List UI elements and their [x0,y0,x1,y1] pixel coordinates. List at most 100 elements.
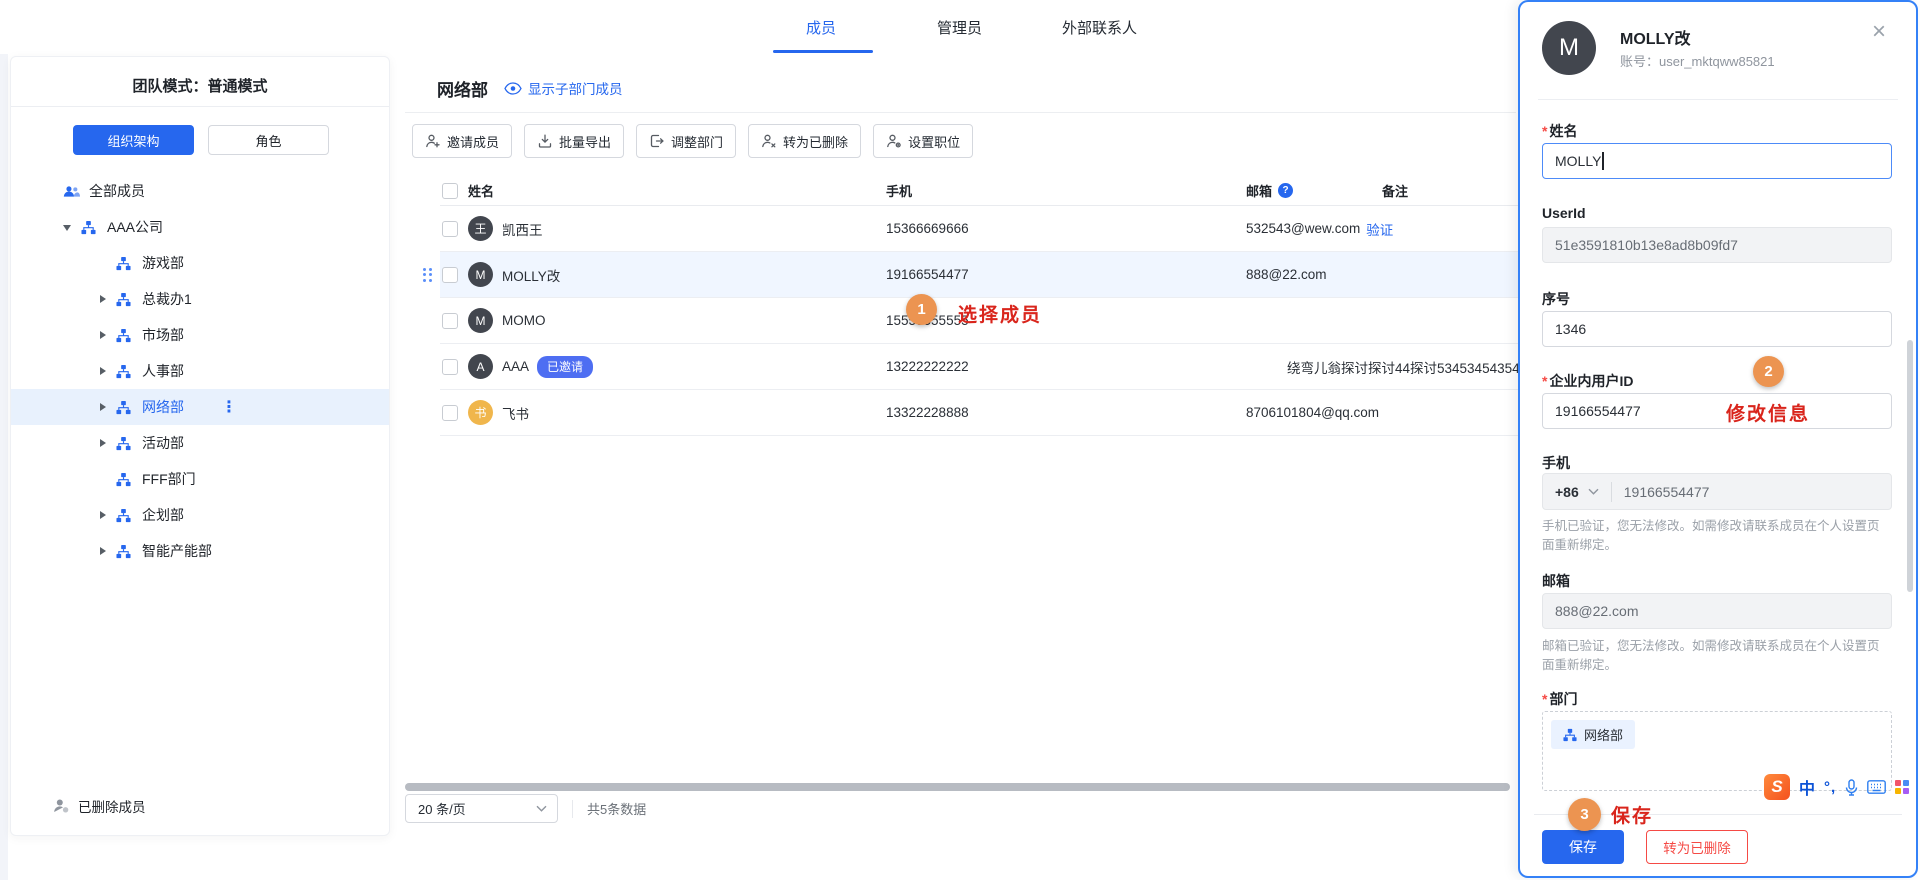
org-structure-button[interactable]: 组织架构 [73,125,194,155]
tree-item[interactable]: 总裁办1 [11,281,389,317]
close-icon[interactable]: × [1872,20,1886,44]
country-code-select[interactable]: +86 [1555,484,1579,500]
save-button[interactable]: 保存 [1542,830,1624,864]
sequence-input[interactable]: 1346 [1542,311,1892,347]
annotation-text-3: 保存 [1611,801,1653,828]
email-value: 8706101804@qq.com [1246,405,1379,420]
column-header-remark: 备注 [1382,181,1408,200]
to-deleted-button[interactable]: 转为已删除 [1646,830,1748,864]
row-checkbox[interactable] [442,267,458,283]
email-input: 888@22.com [1542,593,1892,629]
table-row[interactable]: MMOLLY改19166554477888@22.com [440,252,1530,298]
tab-members[interactable]: 成员 [806,0,836,54]
phone-field-label: 手机 [1542,453,1570,473]
department-title: 网络部 [437,76,488,101]
phone-input-value: 19166554477 [1624,484,1710,500]
to-deleted-button[interactable]: 转为已删除 [748,124,861,158]
tree-item[interactable]: 全部成员 [11,173,389,209]
tree-caret-icon[interactable] [98,366,108,376]
tab-external-contacts[interactable]: 外部联系人 [1062,0,1137,54]
member-name: 飞书 [502,403,529,423]
email-cell: 8706101804@qq.com [1246,405,1379,420]
tree-caret-icon[interactable] [98,546,108,556]
name-cell: AAAA已邀请 [468,354,886,379]
department-field-label: 部门 [1542,689,1577,709]
tree-caret-icon[interactable] [63,222,73,232]
show-sub-members-link[interactable]: 显示子部门成员 [504,78,623,98]
row-checkbox[interactable] [442,313,458,329]
page-size-select[interactable]: 20 条/页 [405,794,558,823]
row-checkbox[interactable] [442,405,458,421]
set-position-button[interactable]: 设置职位 [873,124,973,158]
drag-handle-icon[interactable] [423,268,432,282]
vertical-scrollbar[interactable] [1907,340,1913,592]
horizontal-scrollbar[interactable] [405,783,1510,791]
deleted-members-item[interactable]: 已删除成员 [11,788,389,824]
sogou-logo-icon[interactable]: S [1764,774,1790,800]
tree-caret-icon[interactable] [98,402,108,412]
tree-item[interactable]: 企划部 [11,497,389,533]
name-cell: 王凯西王 [468,216,886,241]
tree-item-label: 活动部 [142,433,184,453]
person-gear-icon [886,133,902,149]
tree-caret-icon[interactable] [98,294,108,304]
row-checkbox[interactable] [442,221,458,237]
microphone-icon[interactable] [1845,779,1858,796]
tree-caret-icon[interactable] [98,510,108,520]
text-cursor [1602,152,1604,170]
table-row[interactable]: AAAA已邀请13222222222绕弯儿翁探讨探讨44探讨5345345435… [440,344,1530,390]
ime-language-toggle[interactable]: 中 [1799,775,1815,799]
person-remove-icon [761,133,777,149]
sequence-field-label: 序号 [1542,289,1570,309]
ime-punctuation-toggle[interactable]: °, [1824,779,1836,796]
row-checkbox[interactable] [442,359,458,375]
page-size-value: 20 条/页 [418,799,466,818]
table-row[interactable]: 书飞书133222288888706101804@qq.com [440,390,1530,436]
tree-item[interactable]: AAA公司 [11,209,389,245]
select-all-checkbox[interactable] [442,183,458,199]
roles-button[interactable]: 角色 [208,125,329,155]
table-row[interactable]: 王凯西王15366669666532543@wew.com验证 [440,206,1530,252]
annotation-step-2: 2 [1753,356,1784,387]
member-name: AAA [502,359,529,374]
pagination: 20 条/页 共5条数据 [405,794,646,823]
tree-item[interactable]: 活动部 [11,425,389,461]
tree-caret-icon[interactable] [98,438,108,448]
corp-userid-input[interactable]: 19166554477 [1542,393,1892,429]
name-cell: MMOLLY改 [468,262,886,287]
ime-toolbar: S 中 °, [1764,774,1909,800]
userid-input: 51e3591810b13e8ad8b09fd7 [1542,227,1892,263]
name-input[interactable]: MOLLY [1542,143,1892,179]
email-cell: 888@22.com [1246,267,1327,282]
email-value: 532543@wew.com [1246,221,1360,236]
app: 成员 管理员 外部联系人 团队模式：普通模式 组织架构 角色 全部成员AAA公司… [0,0,1920,880]
department-tag[interactable]: 网络部 [1551,720,1635,749]
tree-item[interactable]: 网络部⋮ [11,389,389,425]
tree-item[interactable]: 人事部 [11,353,389,389]
show-sub-members-label: 显示子部门成员 [528,78,623,98]
tree-caret-icon[interactable] [98,330,108,340]
tree-item-label: 人事部 [142,361,184,381]
department-icon [116,363,133,380]
adjust-department-button[interactable]: 调整部门 [636,124,736,158]
row-checkbox-cell [440,359,468,375]
tree-item[interactable]: FFF部门 [11,461,389,497]
toolbar-button-label: 设置职位 [908,132,960,151]
tree-item-label: FFF部门 [142,469,196,489]
tree-item[interactable]: 游戏部 [11,245,389,281]
ime-toolbox-icon[interactable] [1895,780,1909,794]
keyboard-icon[interactable] [1867,780,1886,794]
tree-item[interactable]: 市场部 [11,317,389,353]
batch-export-button[interactable]: 批量导出 [524,124,624,158]
more-actions-icon[interactable]: ⋮ [221,397,237,417]
tree-item[interactable]: 智能产能部 [11,533,389,569]
tree-item-label: AAA公司 [107,217,163,237]
invite-members-button[interactable]: 邀请成员 [412,124,512,158]
member-detail-drawer: M MOLLY改 账号：user_mktqww85821 × 姓名 MOLLY … [1518,0,1918,878]
help-icon[interactable]: ? [1278,183,1293,198]
table-header: 姓名手机邮箱?备注 [440,176,1530,206]
tab-admins[interactable]: 管理员 [937,0,982,54]
member-name: MOLLY改 [502,265,560,285]
member-name: MOMO [502,313,546,328]
verify-link[interactable]: 验证 [1366,219,1393,239]
